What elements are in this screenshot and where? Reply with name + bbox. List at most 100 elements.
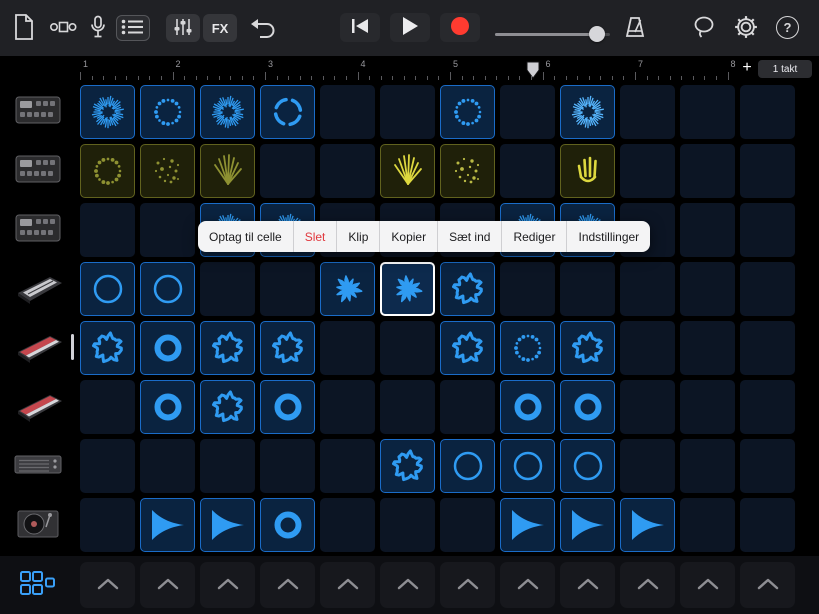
loop-cell-empty-r4c8[interactable] <box>500 262 555 316</box>
loop-cell-empty-r8c5[interactable] <box>320 498 375 552</box>
loop-cell-filled-r8c9[interactable] <box>560 498 615 552</box>
loop-cell-empty-r8c1[interactable] <box>80 498 135 552</box>
track-header-4-synth-keyboard[interactable] <box>0 262 76 316</box>
settings-button[interactable] <box>733 15 759 41</box>
help-button[interactable]: ? <box>776 16 799 39</box>
loop-cell-empty-r3c1[interactable] <box>80 203 135 257</box>
loop-cell-filled-r1c9[interactable] <box>560 85 615 139</box>
loop-cell-filled-r7c9[interactable] <box>560 439 615 493</box>
loop-cell-empty-r6c1[interactable] <box>80 380 135 434</box>
loop-cell-empty-r7c5[interactable] <box>320 439 375 493</box>
loop-cell-filled-r8c8[interactable] <box>500 498 555 552</box>
loop-cell-filled-r6c2[interactable] <box>140 380 195 434</box>
loop-cell-filled-r1c7[interactable] <box>440 85 495 139</box>
track-header-1-drum-machine[interactable] <box>0 85 76 139</box>
tracks-view-button[interactable] <box>116 15 150 41</box>
loop-cell-empty-r3c11[interactable] <box>680 203 735 257</box>
column-trigger-6[interactable] <box>380 562 435 608</box>
loop-cell-filled-r8c10[interactable] <box>620 498 675 552</box>
live-loops-view-button[interactable] <box>46 15 80 41</box>
loop-cell-empty-r1c8[interactable] <box>500 85 555 139</box>
column-trigger-2[interactable] <box>140 562 195 608</box>
loop-cell-empty-r7c1[interactable] <box>80 439 135 493</box>
fx-button[interactable]: FX <box>203 14 237 42</box>
loop-cell-filled-r5c9[interactable] <box>560 321 615 375</box>
loop-cell-filled-r7c8[interactable] <box>500 439 555 493</box>
column-trigger-9[interactable] <box>560 562 615 608</box>
track-controls-button[interactable] <box>166 14 200 42</box>
loop-cell-empty-r8c7[interactable] <box>440 498 495 552</box>
loop-cell-empty-r5c6[interactable] <box>380 321 435 375</box>
loop-cell-filled-r1c1[interactable] <box>80 85 135 139</box>
loop-cell-filled-r8c3[interactable] <box>200 498 255 552</box>
loop-cell-empty-r5c5[interactable] <box>320 321 375 375</box>
loop-cell-empty-r7c4[interactable] <box>260 439 315 493</box>
context-menu-item-s-t-ind[interactable]: Sæt ind <box>437 221 501 252</box>
loop-cell-empty-r8c12[interactable] <box>740 498 795 552</box>
context-menu-item-indstillinger[interactable]: Indstillinger <box>566 221 650 252</box>
loop-cell-empty-r2c11[interactable] <box>680 144 735 198</box>
loop-cell-filled-r2c9[interactable] <box>560 144 615 198</box>
loop-cell-filled-r6c8[interactable] <box>500 380 555 434</box>
loop-cell-filled-r8c2[interactable] <box>140 498 195 552</box>
loop-cell-filled-r6c9[interactable] <box>560 380 615 434</box>
loop-cell-empty-r5c12[interactable] <box>740 321 795 375</box>
loop-cell-filled-r5c2[interactable] <box>140 321 195 375</box>
loop-cell-empty-r3c12[interactable] <box>740 203 795 257</box>
undo-button[interactable] <box>248 16 278 42</box>
loop-cell-filled-r7c6[interactable] <box>380 439 435 493</box>
loop-cell-filled-r2c7[interactable] <box>440 144 495 198</box>
loop-cell-empty-r6c12[interactable] <box>740 380 795 434</box>
loop-cell-empty-r4c3[interactable] <box>200 262 255 316</box>
loop-cell-empty-r7c12[interactable] <box>740 439 795 493</box>
loop-cell-filled-r4c6[interactable] <box>380 262 435 316</box>
loop-cell-empty-r4c10[interactable] <box>620 262 675 316</box>
loop-cell-filled-r8c4[interactable] <box>260 498 315 552</box>
loop-cell-empty-r6c10[interactable] <box>620 380 675 434</box>
loop-cell-empty-r1c10[interactable] <box>620 85 675 139</box>
column-trigger-11[interactable] <box>680 562 735 608</box>
column-trigger-1[interactable] <box>80 562 135 608</box>
loop-cell-filled-r5c8[interactable] <box>500 321 555 375</box>
loop-cell-filled-r1c2[interactable] <box>140 85 195 139</box>
column-trigger-5[interactable] <box>320 562 375 608</box>
context-menu-item-klip[interactable]: Klip <box>336 221 379 252</box>
loop-cell-empty-r5c11[interactable] <box>680 321 735 375</box>
loop-cell-filled-r5c7[interactable] <box>440 321 495 375</box>
loop-cell-empty-r6c11[interactable] <box>680 380 735 434</box>
loop-cell-empty-r2c12[interactable] <box>740 144 795 198</box>
loop-cell-empty-r2c10[interactable] <box>620 144 675 198</box>
track-header-6-red-keyboard[interactable] <box>0 380 76 434</box>
cell-length-button[interactable]: 1 takt <box>758 60 812 78</box>
loop-cell-empty-r4c9[interactable] <box>560 262 615 316</box>
loop-cell-empty-r7c2[interactable] <box>140 439 195 493</box>
column-trigger-8[interactable] <box>500 562 555 608</box>
documents-button[interactable] <box>10 14 38 42</box>
column-trigger-10[interactable] <box>620 562 675 608</box>
context-menu-item-rediger[interactable]: Rediger <box>501 221 566 252</box>
loop-cell-filled-r2c1[interactable] <box>80 144 135 198</box>
loop-cell-empty-r3c2[interactable] <box>140 203 195 257</box>
loop-cell-filled-r4c2[interactable] <box>140 262 195 316</box>
context-menu-item-kopier[interactable]: Kopier <box>379 221 437 252</box>
loop-browser-button[interactable] <box>691 15 717 41</box>
loop-cell-filled-r7c7[interactable] <box>440 439 495 493</box>
loop-cell-empty-r8c11[interactable] <box>680 498 735 552</box>
cell-edit-mode-button[interactable] <box>16 567 60 603</box>
volume-slider[interactable] <box>495 26 610 42</box>
volume-slider-knob[interactable] <box>589 26 605 42</box>
loop-cell-empty-r2c4[interactable] <box>260 144 315 198</box>
loop-cell-filled-r4c1[interactable] <box>80 262 135 316</box>
record-button[interactable] <box>440 13 480 42</box>
loop-cell-empty-r6c7[interactable] <box>440 380 495 434</box>
loop-cell-empty-r2c8[interactable] <box>500 144 555 198</box>
playhead-marker[interactable] <box>526 61 540 79</box>
context-menu-item-optag-til-celle[interactable]: Optag til celle <box>198 221 293 252</box>
loop-cell-filled-r4c5[interactable] <box>320 262 375 316</box>
column-trigger-7[interactable] <box>440 562 495 608</box>
metronome-button[interactable] <box>622 15 648 42</box>
track-header-3-drum-machine[interactable] <box>0 203 76 257</box>
loop-cell-empty-r7c11[interactable] <box>680 439 735 493</box>
time-ruler[interactable]: + 1 takt 12345678 <box>0 57 819 84</box>
loop-cell-filled-r2c2[interactable] <box>140 144 195 198</box>
